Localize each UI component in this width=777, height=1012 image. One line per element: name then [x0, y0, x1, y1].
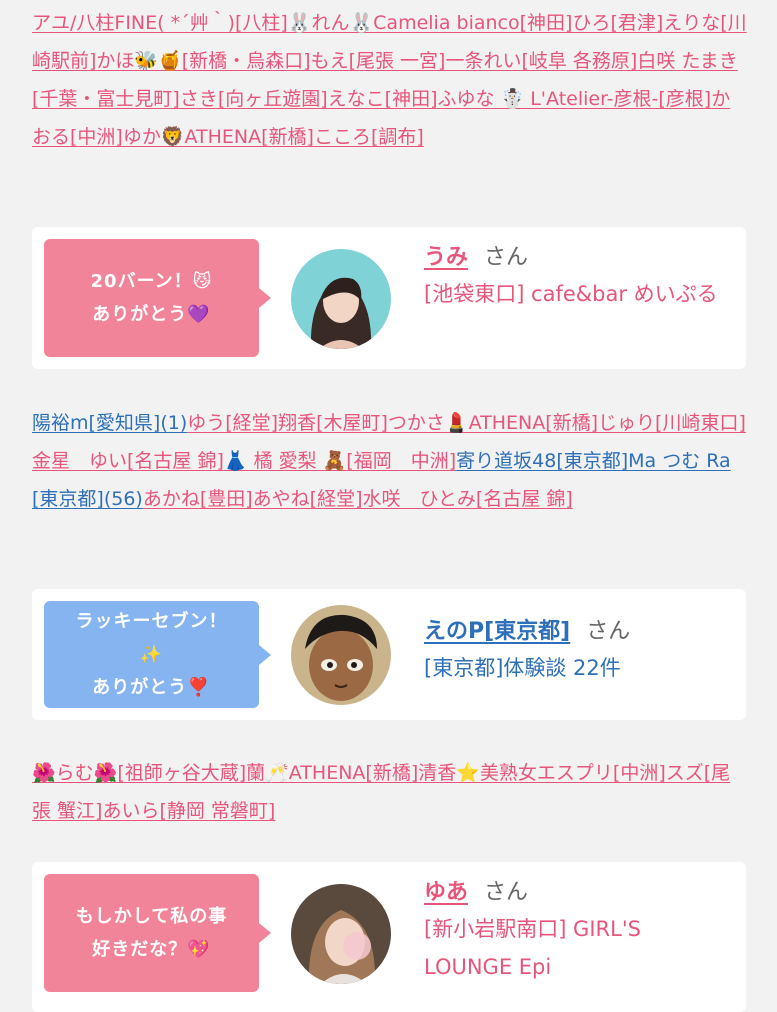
honorific: さん — [484, 880, 529, 905]
avatar[interactable] — [291, 605, 391, 705]
shop-name: [新小岩駅南口] GIRL'S LOUNGE Epi — [424, 917, 641, 979]
user-link[interactable]: こころ[調布] — [314, 126, 424, 148]
user-link[interactable]: アユ/八柱FINE( *´艸｀)[八柱] — [32, 12, 288, 34]
user-link[interactable]: 👗 橘 愛梨 🧸[福岡 中洲] — [224, 450, 456, 472]
user-info: ゆあ さん [新小岩駅南口] GIRL'S LOUNGE Epi — [424, 876, 734, 986]
user-link[interactable]: 清香⭐美熟女エスプリ[中洲] — [418, 762, 665, 784]
avatar-photo-icon — [291, 884, 391, 984]
user-link[interactable]: かほ🐝🍯[新橋・烏森口] — [96, 50, 310, 72]
user-name-link[interactable]: ゆあ — [424, 880, 468, 905]
avatar-illustration-icon — [291, 605, 391, 705]
bubble-line: 20バーン！😼 — [90, 271, 213, 292]
user-link[interactable]: ゆか🦁ATHENA[新橋] — [123, 126, 314, 148]
user-link[interactable]: 蘭🥂ATHENA[新橋] — [246, 762, 418, 784]
user-link[interactable]: 陽裕m[愛知県](1) — [32, 412, 187, 434]
user-link[interactable]: 一条れい[岐阜 各務原] — [445, 50, 637, 72]
honorific: さん — [586, 619, 631, 644]
thanks-bubble: 20バーン！😼 ありがとう💜 — [44, 239, 271, 357]
user-name-row: うみ さん — [424, 241, 734, 275]
user-link[interactable]: あやね[経堂] — [253, 488, 363, 510]
user-link[interactable]: もえ[尾張 一宮] — [311, 50, 446, 72]
user-info: えのP[東京都] さん [東京都]体験談 22件 — [424, 615, 734, 687]
bubble-line: ラッキーセブン！ — [75, 611, 228, 632]
bubble-line: 好きだな？💖 — [92, 939, 211, 960]
thanks-name-list-2: 陽裕m[愛知県](1)ゆう[経堂]翔香[木屋町]つかさ💄ATHENA[新橋]じゅ… — [32, 404, 747, 518]
user-link[interactable]: さき[向ヶ丘遊園] — [180, 88, 328, 110]
thanks-card-enop: ラッキーセブン！ ✨ ありがとう❣️ えのP[東京都] さん [東京都]体験談 2… — [32, 589, 746, 720]
user-link[interactable]: 翔香[木屋町] — [278, 412, 388, 434]
user-link[interactable]: 寄り道坂48[東京都] — [456, 450, 628, 472]
user-link[interactable]: ふゆな ☃️ L'Atelier-彦根-[彦根] — [437, 88, 711, 110]
honorific: さん — [484, 245, 529, 270]
user-info: うみ さん [池袋東口] cafe&bar めいぷる — [424, 241, 734, 313]
thanks-bubble: もしかして私の事 好きだな？💖 — [44, 874, 271, 992]
avatar[interactable] — [291, 249, 391, 349]
user-link[interactable]: あかね[豊田] — [143, 488, 253, 510]
user-name-row: ゆあ さん — [424, 876, 734, 910]
user-link[interactable]: 🐰れん🐰Camelia bianco[神田] — [288, 12, 573, 34]
thanks-card-umi: 20バーン！😼 ありがとう💜 うみ さん [池袋東口] cafe&bar めいぷる — [32, 227, 746, 369]
user-link[interactable]: つかさ💄ATHENA[新橋] — [388, 412, 598, 434]
user-link[interactable]: 水咲 ひとみ[名古屋 錦] — [362, 488, 572, 510]
bubble-line: ✨ — [139, 644, 164, 665]
user-link[interactable]: 金星 ゆい[名古屋 錦] — [32, 450, 224, 472]
thanks-bubble: ラッキーセブン！ ✨ ありがとう❣️ — [44, 601, 271, 708]
user-name-link[interactable]: えのP[東京都] — [424, 619, 570, 644]
avatar[interactable] — [291, 884, 391, 984]
bubble-line: ありがとう❣️ — [92, 677, 211, 698]
thanks-card-yua: もしかして私の事 好きだな？💖 ゆあ さん [新小岩駅南口] GIRL'S LOU… — [32, 862, 746, 1012]
user-link[interactable]: えなこ[神田] — [328, 88, 438, 110]
user-link[interactable]: ゆう[経堂] — [187, 412, 278, 434]
user-link[interactable]: ひろ[君津] — [572, 12, 663, 34]
avatar-photo-icon — [291, 249, 391, 349]
user-link[interactable]: じゅり[川崎東口] — [598, 412, 746, 434]
thanks-name-list-3: 🌺らむ🌺[祖師ヶ谷大蔵]蘭🥂ATHENA[新橋]清香⭐美熟女エスプリ[中洲]スズ… — [32, 754, 747, 830]
user-link[interactable]: 🌺らむ🌺[祖師ヶ谷大蔵] — [32, 762, 246, 784]
user-name-link[interactable]: うみ — [424, 245, 468, 270]
bubble-line: もしかして私の事 — [75, 906, 228, 927]
thanks-name-list-1: アユ/八柱FINE( *´艸｀)[八柱]🐰れん🐰Camelia bianco[神… — [32, 4, 747, 156]
shop-name: [池袋東口] cafe&bar めいぷる — [424, 282, 718, 306]
bubble-line: ありがとう💜 — [92, 304, 211, 325]
user-link[interactable]: あいら[静岡 常磐町] — [102, 800, 275, 822]
shop-name[interactable]: [東京都]体験談 22件 — [424, 649, 734, 687]
user-name-row: えのP[東京都] さん — [424, 615, 734, 649]
